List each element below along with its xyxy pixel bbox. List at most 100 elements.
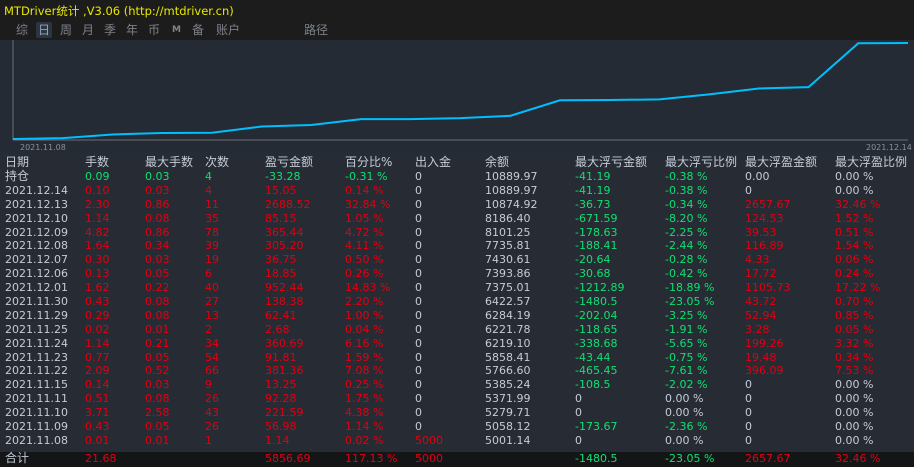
cell-7: 6221.78 bbox=[485, 322, 531, 336]
table-row[interactable]: 2021.11.23 0.77 0.05 54 91.81 1.59 % 0 5858.41 -… bbox=[0, 351, 914, 365]
table-row[interactable]: 2021.11.10 3.71 2.58 43 221.59 4.38 % 0 5279.71… bbox=[0, 406, 914, 420]
cell-0: 2021.11.25 bbox=[5, 322, 68, 336]
cell-2: 0.03 bbox=[145, 253, 170, 267]
table-row[interactable]: 2021.12.14 0.10 0.03 4 15.05 0.14 % 0 10889.97 -… bbox=[0, 184, 914, 198]
cell-8: -41.19 bbox=[575, 170, 611, 183]
table-row[interactable]: 2021.12.08 1.64 0.34 39 305.20 4.11 % 0 7735.81… bbox=[0, 239, 914, 253]
column-header-6[interactable]: 出入金 bbox=[415, 155, 451, 170]
cell-1: 0.43 bbox=[85, 420, 110, 434]
cell-5: 7.08 % bbox=[345, 364, 384, 378]
column-header-10[interactable]: 最大浮盈金额 bbox=[745, 155, 817, 170]
column-header-4[interactable]: 盈亏金额 bbox=[265, 155, 313, 170]
cell-3: 26 bbox=[205, 420, 219, 434]
cell-5: 4.11 % bbox=[345, 239, 384, 253]
cell-1: 3.71 bbox=[85, 406, 110, 420]
cell-2: 0.08 bbox=[145, 295, 170, 309]
cell-11: 0.00 % bbox=[835, 406, 874, 420]
cell-5: 6.16 % bbox=[345, 336, 384, 350]
cell-3: 78 bbox=[205, 225, 219, 239]
table-row[interactable]: 2021.11.08 0.01 0.01 1 1.14 0.02 % 5000 5001.14… bbox=[0, 434, 914, 448]
cell-9: -2.25 % bbox=[665, 225, 708, 239]
table-row[interactable]: 2021.11.30 0.43 0.08 27 138.38 2.20 % 0 6422.57… bbox=[0, 295, 914, 309]
toolbar-tab-4[interactable]: 季 bbox=[102, 22, 118, 38]
cell-9: -0.42 % bbox=[665, 267, 708, 281]
column-header-3[interactable]: 次数 bbox=[205, 155, 229, 170]
toolbar-tab-1[interactable]: 日 bbox=[36, 22, 53, 38]
table-row[interactable]: 2021.12.01 1.62 0.22 40 952.44 14.83 % 0 7375.0… bbox=[0, 281, 914, 295]
table-row[interactable]: 2021.12.06 0.13 0.05 6 18.85 0.26 % 0 7393.86 -3… bbox=[0, 267, 914, 281]
cell-4: 85.15 bbox=[265, 211, 297, 225]
cell-5: 4.72 % bbox=[345, 225, 384, 239]
cell-6: 0 bbox=[415, 420, 422, 434]
table-row[interactable]: 2021.12.07 0.30 0.03 19 36.75 0.50 % 0 7430.61 -… bbox=[0, 253, 914, 267]
column-header-7[interactable]: 余额 bbox=[485, 155, 509, 170]
cell-0: 2021.11.29 bbox=[5, 308, 68, 322]
cell-8: 0 bbox=[575, 433, 582, 447]
cell-11: 0.00 % bbox=[835, 420, 874, 434]
cell-3: 27 bbox=[205, 295, 219, 309]
toolbar-tab-2[interactable]: 周 bbox=[58, 22, 74, 38]
cell-1: 0.14 bbox=[85, 378, 110, 392]
cell-0: 2021.11.30 bbox=[5, 295, 68, 309]
table-row[interactable]: 2021.11.29 0.29 0.08 13 62.41 1.00 % 0 6284.19 -… bbox=[0, 309, 914, 323]
cell-2: 0.01 bbox=[145, 322, 170, 336]
cell-1: 0.09 bbox=[85, 170, 110, 183]
table-row[interactable]: 2021.11.22 2.09 0.52 66 381.36 7.08 % 0 5766.60… bbox=[0, 364, 914, 378]
cell-2: 0.08 bbox=[145, 392, 170, 406]
cell-4: 138.38 bbox=[265, 295, 304, 309]
table-row[interactable]: 2021.11.11 0.51 0.08 26 92.28 1.75 % 0 5371.99 0… bbox=[0, 392, 914, 406]
cell-10: 0 bbox=[745, 420, 752, 434]
column-header-5[interactable]: 百分比% bbox=[345, 155, 392, 170]
cell-3: 6 bbox=[205, 267, 212, 281]
toolbar-tab-9[interactable]: 账户 bbox=[214, 22, 242, 38]
table-row[interactable]: 2021.12.13 2.30 0.86 11 2688.52 32.84 % 0 10874… bbox=[0, 198, 914, 212]
toolbar-tab-3[interactable]: 月 bbox=[80, 22, 96, 38]
column-header-11[interactable]: 最大浮盈比例 bbox=[835, 155, 907, 170]
cell-9: -3.25 % bbox=[665, 308, 708, 322]
column-header-8[interactable]: 最大浮亏金额 bbox=[575, 155, 647, 170]
cell-11: 0.24 % bbox=[835, 267, 874, 281]
balance-line bbox=[12, 42, 909, 140]
cell-3: 2 bbox=[205, 322, 212, 336]
cell-10: 0.00 bbox=[745, 170, 770, 183]
cell-8: -1480.5 bbox=[575, 452, 618, 465]
cell-9: -0.34 % bbox=[665, 197, 708, 211]
table-row[interactable]: 2021.11.25 0.02 0.01 2 2.68 0.04 % 0 6221.78 -11… bbox=[0, 323, 914, 337]
table-row[interactable]: 2021.11.24 1.14 0.21 34 360.69 6.16 % 0 6219.10… bbox=[0, 337, 914, 351]
cell-0: 2021.12.08 bbox=[5, 239, 68, 253]
cell-3: 39 bbox=[205, 239, 219, 253]
toolbar-tab-0[interactable]: 综 bbox=[14, 22, 30, 38]
column-header-1[interactable]: 手数 bbox=[85, 155, 109, 170]
cell-5: 117.13 % bbox=[345, 452, 398, 465]
cell-6: 0 bbox=[415, 378, 422, 392]
table-row[interactable]: 2021.11.09 0.43 0.05 26 56.98 1.14 % 0 5058.12 -… bbox=[0, 420, 914, 434]
cell-11: 7.53 % bbox=[835, 364, 874, 378]
toolbar-tab-6[interactable]: 币 bbox=[146, 22, 162, 38]
cell-1: 0.13 bbox=[85, 267, 110, 281]
column-header-0[interactable]: 日期 bbox=[5, 155, 29, 170]
cell-7: 10874.92 bbox=[485, 197, 538, 211]
cell-0: 2021.12.06 bbox=[5, 267, 68, 281]
cell-3: 19 bbox=[205, 253, 219, 267]
cell-3: 34 bbox=[205, 336, 219, 350]
cell-5: 1.59 % bbox=[345, 350, 384, 364]
balance-chart: 2021.11.08 2021.12.14 bbox=[0, 40, 914, 152]
column-header-2[interactable]: 最大手数 bbox=[145, 155, 193, 170]
table-row[interactable]: 2021.12.09 4.82 0.86 78 365.44 4.72 % 0 8101.25… bbox=[0, 226, 914, 240]
toolbar-tab-5[interactable]: 年 bbox=[124, 22, 140, 38]
cell-5: 14.83 % bbox=[345, 281, 391, 295]
cell-1: 21.68 bbox=[85, 452, 117, 465]
toolbar-tab-10[interactable]: 路径 bbox=[302, 22, 330, 38]
cell-10: 0 bbox=[745, 378, 752, 392]
table-row[interactable]: 2021.12.10 1.14 0.08 35 85.15 1.05 % 0 8186.40 -… bbox=[0, 212, 914, 226]
cell-5: 32.84 % bbox=[345, 197, 391, 211]
cell-6: 0 bbox=[415, 392, 422, 406]
table-row[interactable]: 2021.11.15 0.14 0.03 9 13.25 0.25 % 0 5385.24 -1… bbox=[0, 378, 914, 392]
column-header-9[interactable]: 最大浮亏比例 bbox=[665, 155, 737, 170]
toolbar-tab-8[interactable]: 备 bbox=[190, 22, 206, 38]
cell-0: 2021.12.13 bbox=[5, 197, 68, 211]
toolbar-tab-7[interactable]: M bbox=[170, 22, 183, 38]
x-axis-end-label: 2021.12.14 bbox=[866, 143, 912, 152]
cell-7: 8101.25 bbox=[485, 225, 531, 239]
cell-9: -7.61 % bbox=[665, 364, 708, 378]
